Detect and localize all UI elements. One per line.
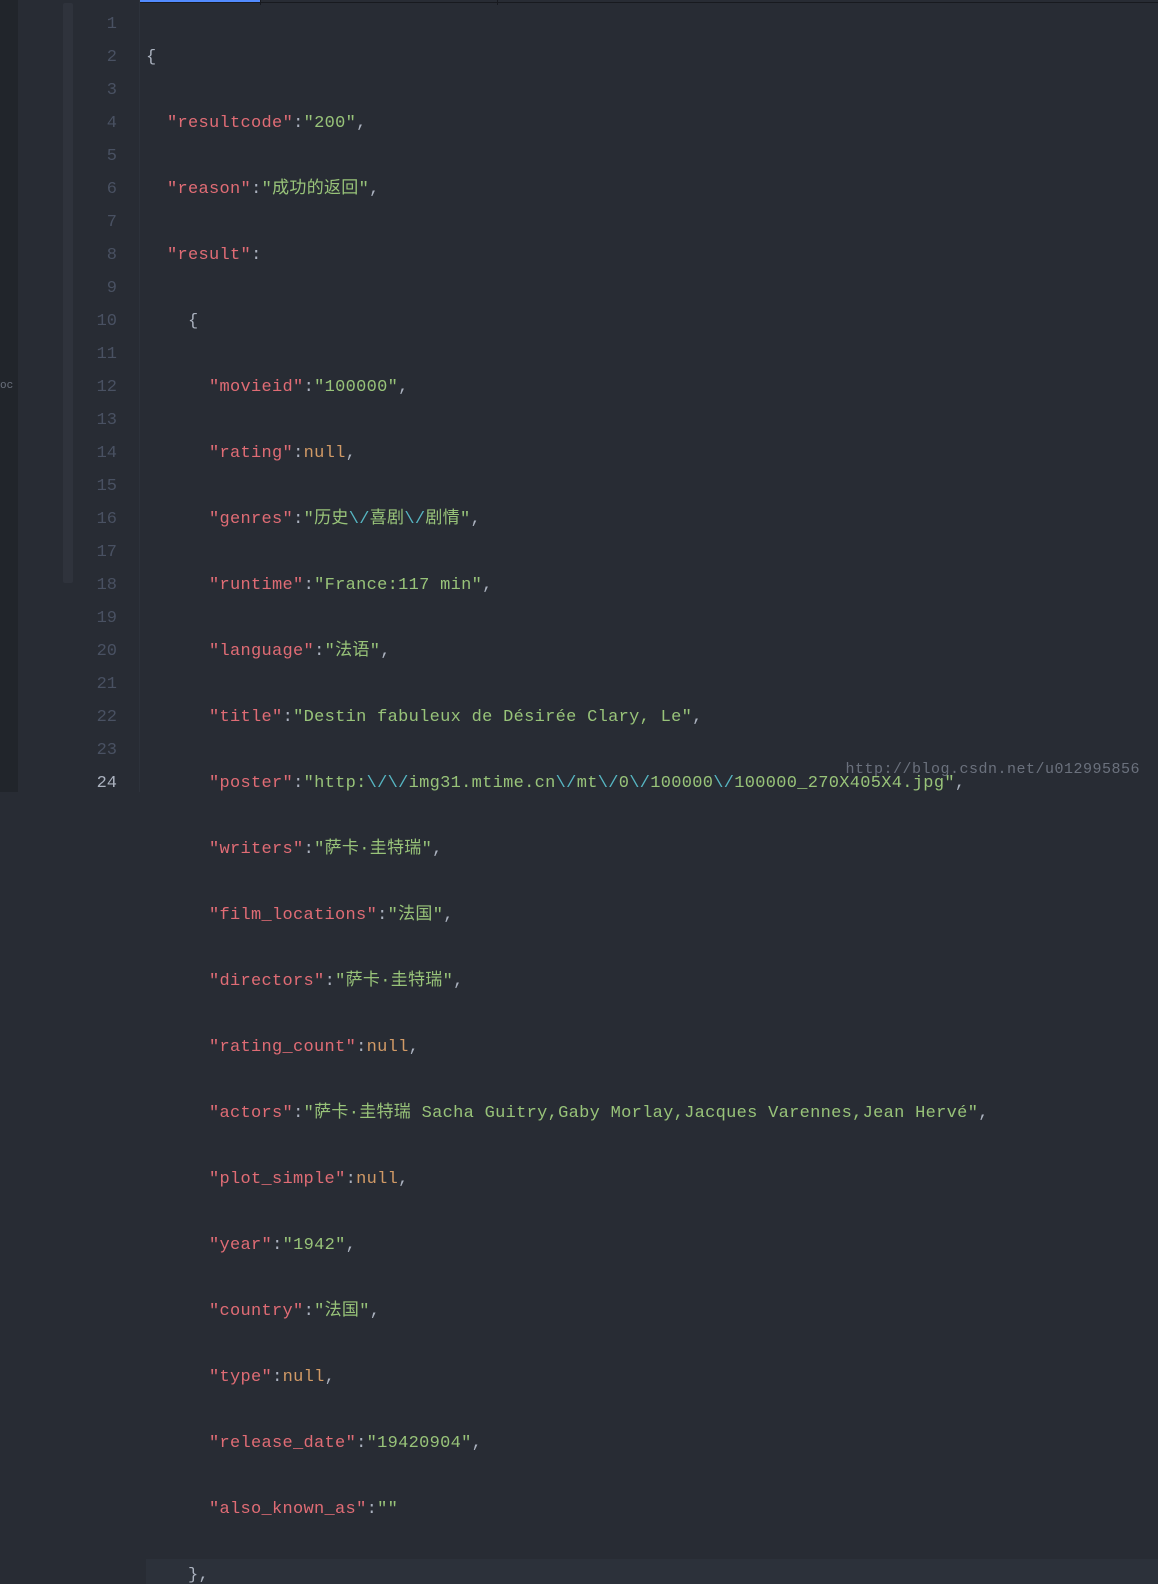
line-number-gutter: 1 2 3 4 5 6 7 8 9 10 11 12 13 14 15 16 1…	[75, 0, 140, 792]
side-panel-label: oc	[0, 380, 13, 392]
code-line[interactable]: "title":"Destin fabuleux de Désirée Clar…	[146, 701, 1158, 734]
code-line[interactable]: "film_locations":"法国",	[146, 899, 1158, 932]
side-panel: oc	[0, 0, 18, 792]
code-line[interactable]: {	[146, 305, 1158, 338]
code-line[interactable]: "language":"法语",	[146, 635, 1158, 668]
code-line[interactable]: "result":	[146, 239, 1158, 272]
code-content[interactable]: { "resultcode":"200", "reason":"成功的返回", …	[140, 0, 1158, 792]
code-line[interactable]: "release_date":"19420904",	[146, 1427, 1158, 1460]
line-number: 4	[75, 107, 117, 140]
code-line[interactable]: },	[146, 1559, 1158, 1584]
line-number: 16	[75, 503, 117, 536]
code-line[interactable]: "year":"1942",	[146, 1229, 1158, 1262]
line-number: 8	[75, 239, 117, 272]
watermark: http://blog.csdn.net/u012995856	[845, 761, 1140, 778]
code-line[interactable]: "genres":"历史\/喜剧\/剧情",	[146, 503, 1158, 536]
line-number: 22	[75, 701, 117, 734]
scrollbar-thumb[interactable]	[63, 3, 73, 583]
line-number: 21	[75, 668, 117, 701]
code-line[interactable]: "actors":"萨卡·圭特瑞 Sacha Guitry,Gaby Morla…	[146, 1097, 1158, 1130]
code-line[interactable]: "directors":"萨卡·圭特瑞",	[146, 965, 1158, 998]
line-number: 5	[75, 140, 117, 173]
line-number: 6	[75, 173, 117, 206]
code-line[interactable]: "resultcode":"200",	[146, 107, 1158, 140]
line-number: 7	[75, 206, 117, 239]
code-line[interactable]: "rating":null,	[146, 437, 1158, 470]
line-number: 11	[75, 338, 117, 371]
line-number: 19	[75, 602, 117, 635]
code-line[interactable]: "country":"法国",	[146, 1295, 1158, 1328]
code-line[interactable]: "movieid":"100000",	[146, 371, 1158, 404]
code-line[interactable]: "reason":"成功的返回",	[146, 173, 1158, 206]
line-number: 20	[75, 635, 117, 668]
line-number: 24	[75, 767, 117, 800]
code-line[interactable]: {	[146, 41, 1158, 74]
line-number: 10	[75, 305, 117, 338]
code-line[interactable]: "also_known_as":""	[146, 1493, 1158, 1526]
code-line[interactable]: "runtime":"France:117 min",	[146, 569, 1158, 602]
line-number: 14	[75, 437, 117, 470]
code-editor[interactable]: 1 2 3 4 5 6 7 8 9 10 11 12 13 14 15 16 1…	[75, 0, 1158, 792]
code-line[interactable]: "plot_simple":null,	[146, 1163, 1158, 1196]
line-number: 1	[75, 8, 117, 41]
line-number: 15	[75, 470, 117, 503]
line-number: 9	[75, 272, 117, 305]
code-line[interactable]: "rating_count":null,	[146, 1031, 1158, 1064]
line-number: 12	[75, 371, 117, 404]
line-number: 18	[75, 569, 117, 602]
line-number: 2	[75, 41, 117, 74]
line-number: 17	[75, 536, 117, 569]
line-number: 23	[75, 734, 117, 767]
line-number: 3	[75, 74, 117, 107]
line-number: 13	[75, 404, 117, 437]
code-line[interactable]: "type":null,	[146, 1361, 1158, 1394]
code-line[interactable]: "writers":"萨卡·圭特瑞",	[146, 833, 1158, 866]
